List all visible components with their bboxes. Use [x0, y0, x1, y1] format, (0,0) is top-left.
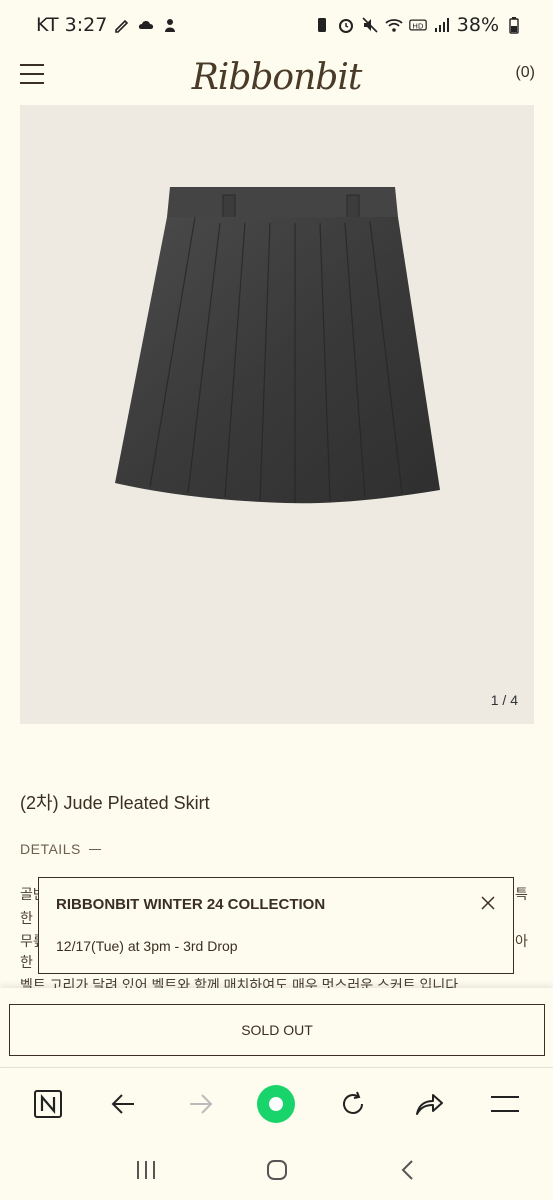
close-icon[interactable] — [479, 894, 497, 912]
product-image-gallery[interactable]: 1 / 4 — [20, 105, 534, 724]
arrow-left-icon — [111, 1093, 135, 1114]
menu-icon-line — [20, 64, 44, 66]
naver-home-button[interactable] — [26, 1082, 70, 1126]
status-right: HD 38% — [313, 14, 523, 36]
popup-subtitle: 12/17(Tue) at 3pm - 3rd Drop — [56, 938, 238, 954]
home-icon[interactable] — [263, 1158, 291, 1182]
naver-icon — [34, 1089, 63, 1118]
system-nav-bar — [0, 1139, 553, 1200]
back-button[interactable] — [102, 1082, 146, 1126]
details-label: DETAILS — [20, 841, 81, 857]
site-logo[interactable]: Ribbonbit — [192, 57, 363, 98]
description-line: 한 — [20, 954, 33, 970]
menu-icon-line — [20, 82, 44, 84]
edit-icon — [115, 19, 129, 33]
arrow-right-icon — [190, 1093, 213, 1114]
battery-percent: 38% — [456, 14, 499, 36]
wifi-icon — [385, 19, 403, 32]
skirt-image — [115, 187, 440, 504]
signal-icon — [434, 18, 449, 32]
popup-title: RIBBONBIT WINTER 24 COLLECTION — [56, 896, 326, 913]
description-line: 한 — [20, 910, 33, 926]
hd-icon: HD — [408, 19, 427, 31]
forward-button[interactable] — [178, 1082, 222, 1126]
green-dot-icon — [257, 1084, 296, 1123]
cart-button[interactable]: (0) — [515, 64, 535, 82]
mute-icon — [362, 17, 378, 33]
browser-toolbar — [0, 1067, 553, 1139]
battery-saver-icon — [317, 18, 326, 32]
sold-out-button[interactable]: SOLD OUT — [9, 1004, 545, 1056]
status-bar: KT 3:27 HD 38% — [0, 0, 553, 50]
share-button[interactable] — [407, 1082, 451, 1126]
details-toggle[interactable]: DETAILS — [20, 841, 101, 857]
app-notification-icon — [165, 19, 176, 32]
collapse-icon — [88, 848, 101, 850]
announcement-popup: RIBBONBIT WINTER 24 COLLECTION 12/17(Tue… — [38, 877, 514, 974]
recent-apps-icon[interactable] — [132, 1158, 160, 1182]
battery-icon — [509, 17, 519, 34]
reload-button[interactable] — [331, 1082, 375, 1126]
green-dot-button[interactable] — [254, 1082, 298, 1126]
product-title: (2차) Jude Pleated Skirt — [20, 793, 210, 813]
status-left: KT 3:27 — [36, 14, 179, 36]
nav-back-icon[interactable] — [394, 1158, 422, 1182]
browser-menu-button[interactable] — [483, 1082, 527, 1126]
image-counter: 1 / 4 — [490, 692, 518, 708]
description-line: 아 — [515, 933, 528, 949]
cloud-icon — [139, 21, 154, 29]
carrier-time: KT 3:27 — [36, 14, 108, 36]
reload-icon — [342, 1091, 363, 1114]
svg-text:HD: HD — [412, 21, 424, 30]
menu-icon-line — [20, 73, 44, 75]
description-line: 특 — [515, 886, 528, 902]
alarm-icon — [338, 19, 353, 33]
menu-button[interactable] — [20, 64, 44, 84]
share-icon — [415, 1093, 443, 1115]
site-header: Ribbonbit (0) — [0, 50, 553, 105]
hamburger-icon — [490, 1095, 519, 1112]
